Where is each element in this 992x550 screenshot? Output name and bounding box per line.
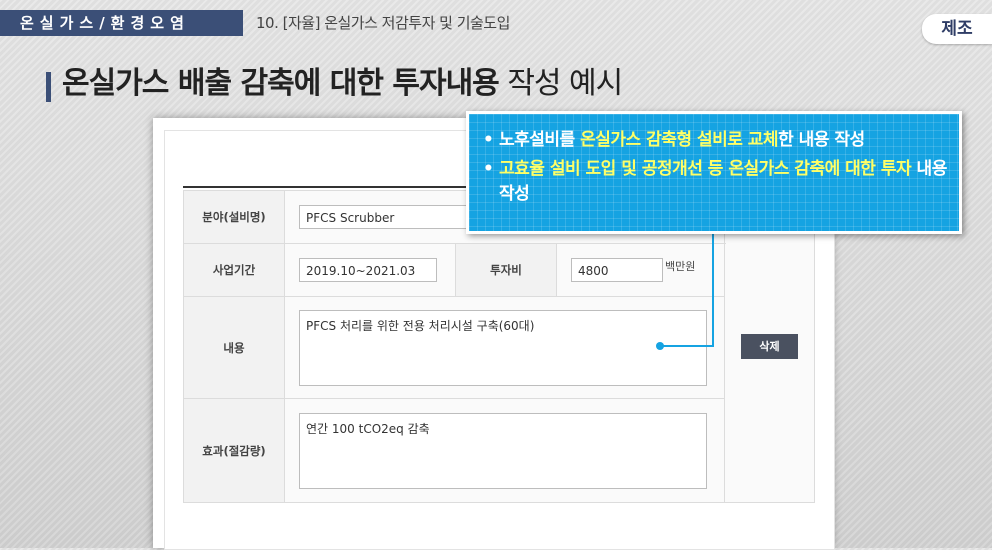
callout-connector-vertical [712,234,714,346]
category-label: 온실가스/환경오염 [0,10,243,36]
cost-input[interactable]: 4800 [571,258,663,282]
period-label: 사업기간 [183,243,285,297]
content-textarea[interactable]: PFCS 처리를 위한 전용 처리시설 구축(60대) [299,309,707,386]
callout-item-1-text-a: 노후설비를 [499,130,581,150]
callout-item-2: 고효율 설비 도입 및 공정개선 등 온실가스 감축에 대한 투자 내용 작성 [483,157,947,207]
effect-cell: 연간 100 tCO2eq 감축 [284,398,725,503]
cost-unit: 백만원 [665,260,696,273]
title-accent-bar [46,72,51,102]
action-cell: 삭제 [724,190,815,503]
callout-item-1-text-b: 한 내용 작성 [778,130,865,150]
slide-title-normal: 작성 예시 [498,66,623,101]
callout-item-1: 노후설비를 온실가스 감축형 설비로 교체한 내용 작성 [483,128,947,153]
industry-tag: 제조 [922,14,992,44]
lesson-title: 10. [자율] 온실가스 저감투자 및 기술도입 [256,14,510,32]
content-label: 내용 [183,296,285,399]
period-cell: 2019.10~2021.03 [284,243,456,297]
slide-title: 온실가스 배출 감축에 대한 투자내용 작성 예시 [62,64,623,104]
callout-connector-dot [656,342,664,350]
cost-cell: 4800 백만원 [556,243,725,297]
callout-list: 노후설비를 온실가스 감축형 설비로 교체한 내용 작성 고효율 설비 도입 및… [469,114,959,207]
cost-label: 투자비 [455,243,557,297]
slide-title-bold: 온실가스 배출 감축에 대한 투자내용 [62,66,500,101]
header-bar: 온실가스/환경오염 10. [자율] 온실가스 저감투자 및 기술도입 제조 [0,0,992,44]
callout-box: 노후설비를 온실가스 감축형 설비로 교체한 내용 작성 고효율 설비 도입 및… [466,111,962,234]
callout-item-2-highlight: 고효율 설비 도입 및 공정개선 등 온실가스 감축에 대한 투자 [499,159,912,179]
effect-label: 효과(절감량) [183,398,285,503]
period-input[interactable]: 2019.10~2021.03 [299,258,437,282]
callout-connector-horizontal [660,345,714,347]
investment-form: 분야(설비명) PFCS Scrubber 삭제 사업기간 2019.10~20… [183,190,815,503]
callout-item-1-highlight: 온실가스 감축형 설비로 교체 [580,130,779,150]
delete-button[interactable]: 삭제 [741,334,798,359]
effect-textarea[interactable]: 연간 100 tCO2eq 감축 [299,412,707,489]
field-label: 분야(설비명) [183,190,285,244]
